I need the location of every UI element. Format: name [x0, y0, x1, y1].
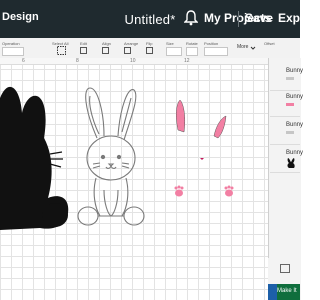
layer-name: Bunny — [286, 94, 304, 100]
layer-item[interactable]: Bunny — [270, 120, 304, 145]
toolbar-label-offset: Offset — [264, 41, 275, 46]
canvas-artwork — [0, 86, 234, 230]
toolbar-label-arrange: Arrange — [124, 41, 139, 46]
toolbar-label-flip: Flip — [146, 41, 153, 46]
layer-item[interactable]: Bunny — [270, 66, 304, 91]
toolbar-label-edit: Edit — [80, 41, 87, 46]
align-tool[interactable] — [102, 47, 109, 54]
explore-button[interactable]: Explore — [278, 11, 320, 25]
header-divider — [238, 11, 239, 27]
chevron-icon — [250, 46, 256, 50]
layer-thumb — [286, 77, 294, 80]
layer-name: Bunny — [286, 122, 304, 128]
slice-tool[interactable] — [280, 264, 290, 273]
size-input[interactable] — [166, 47, 182, 56]
toolbar-label-rotate: Rotate — [186, 41, 198, 46]
design-canvas[interactable] — [0, 58, 268, 300]
layer-thumb-bunny — [287, 158, 295, 168]
layer-item[interactable]: Bunny — [270, 92, 304, 117]
flip-tool[interactable] — [146, 47, 153, 54]
ruler-mark: 6 — [22, 58, 25, 64]
layer-name: Bunny — [286, 150, 304, 156]
bell-icon[interactable] — [184, 10, 198, 26]
bunny-silhouette[interactable] — [0, 86, 69, 230]
bunny-outline[interactable] — [77, 87, 145, 226]
toolbar-label-operation: Operation — [2, 41, 20, 46]
make-it-label: Make It — [277, 288, 297, 294]
bunny-pink-pieces[interactable] — [174, 99, 234, 197]
top-ruler: 6 8 10 12 — [0, 58, 268, 65]
save-button[interactable]: Save — [245, 11, 273, 25]
operation-select[interactable] — [2, 47, 24, 56]
position-input[interactable] — [204, 47, 228, 56]
more-button[interactable]: More — [237, 44, 248, 50]
layer-item[interactable]: Bunny — [270, 148, 304, 173]
ruler-mark: 12 — [184, 58, 190, 64]
layer-thumb — [286, 131, 294, 134]
select-all-icon[interactable] — [57, 46, 66, 55]
edit-tool[interactable] — [80, 47, 87, 54]
rotate-input[interactable] — [186, 47, 198, 56]
toolbar-label-align: Align — [102, 41, 111, 46]
arrange-tool[interactable] — [124, 47, 131, 54]
layer-name: Bunny — [286, 68, 304, 74]
make-it-side — [268, 284, 277, 300]
toolbar-label-position: Position — [204, 41, 219, 46]
toolbar-label-size: Size — [166, 41, 174, 46]
ruler-mark: 10 — [130, 58, 136, 64]
ruler-mark: 8 — [76, 58, 79, 64]
top-bar: Design Untitled* My Projects Save Explor… — [0, 0, 320, 38]
layer-thumb — [286, 103, 294, 106]
